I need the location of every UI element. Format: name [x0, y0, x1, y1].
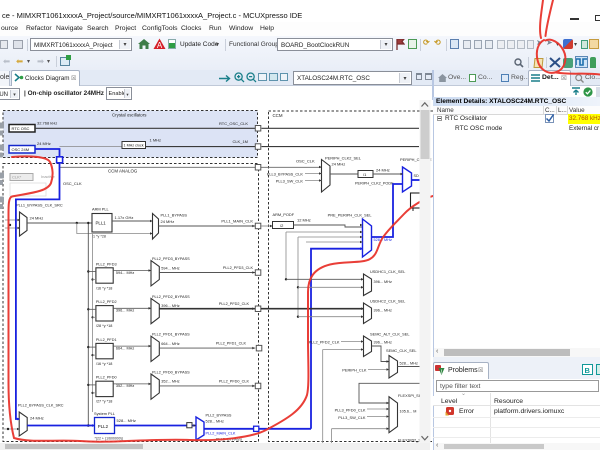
svg-text:CLK*: CLK*: [12, 175, 22, 180]
svg-text:*(22 + (1/600000)): *(22 + (1/600000)): [95, 437, 124, 441]
svg-text:CCM ANALOG: CCM ANALOG: [108, 169, 138, 174]
svg-text:OSC 24M: OSC 24M: [12, 147, 30, 152]
svg-text:PLL2_PFD3: PLL2_PFD3: [96, 262, 117, 266]
svg-text:24 MHz: 24 MHz: [376, 168, 390, 173]
svg-text:PLL2_PFD2_BYPASS: PLL2_PFD2_BYPASS: [152, 295, 190, 299]
svg-text:352... MHz: 352... MHz: [116, 384, 134, 388]
svg-text:ARM PLL: ARM PLL: [92, 207, 109, 212]
svg-text:PLL2_PFD0_BYPASS: PLL2_PFD0_BYPASS: [152, 370, 190, 374]
svg-text:/27 *y *18: /27 *y *18: [96, 400, 112, 404]
svg-text:396... MHz: 396... MHz: [374, 341, 392, 345]
svg-text:594... MHz: 594... MHz: [161, 266, 179, 270]
svg-text:24 MHz: 24 MHz: [332, 162, 346, 167]
svg-text:PLL1_MAIN_CLK: PLL1_MAIN_CLK: [221, 219, 253, 224]
svg-text:24 MHz: 24 MHz: [161, 219, 175, 224]
svg-text:PLL1_BYPASS_CLK_SRC: PLL1_BYPASS_CLK_SRC: [16, 203, 63, 208]
svg-text:PERIPH_CLK: PERIPH_CLK: [342, 368, 367, 373]
svg-text:SEMC_CLK_SEL: SEMC_CLK_SEL: [386, 348, 417, 353]
svg-text:396... MHz: 396... MHz: [374, 280, 392, 284]
svg-text:528... MHz: 528... MHz: [400, 362, 418, 366]
svg-text:24 MHz: 24 MHz: [30, 216, 44, 221]
svg-text:ARM_PODF: ARM_PODF: [273, 212, 295, 217]
svg-text:A: A: [157, 41, 163, 50]
svg-text:PLL2_PFD2_CLK: PLL2_PFD2_CLK: [219, 302, 250, 306]
svg-text:32.768 kHz: 32.768 kHz: [37, 121, 57, 126]
svg-text:Crystal oscillators: Crystal oscillators: [112, 113, 147, 118]
svg-text:PLL2_MAIN_CLK: PLL2_MAIN_CLK: [206, 431, 236, 435]
svg-text:396... MHz: 396... MHz: [374, 309, 392, 313]
svg-text:PLL2_PFD1_BYPASS: PLL2_PFD1_BYPASS: [152, 333, 190, 337]
svg-text:FLEXSPI_SE: FLEXSPI_SE: [398, 393, 422, 398]
svg-text:PLL3_BYPASS_CLK: PLL3_BYPASS_CLK: [267, 172, 304, 177]
svg-text:/16 *y *18: /16 *y *18: [96, 362, 112, 366]
svg-text:PRE_PERIPH_CLK_SEL: PRE_PERIPH_CLK_SEL: [328, 213, 373, 218]
svg-text:/28 *y *18: /28 *y *18: [96, 324, 112, 328]
svg-text:CLK_1M: CLK_1M: [232, 139, 248, 144]
svg-text:105.6... M: 105.6... M: [400, 410, 417, 414]
svg-text:24 MHz: 24 MHz: [30, 416, 44, 421]
svg-text:396... MHz: 396... MHz: [116, 309, 134, 313]
svg-text:PLL1: PLL1: [96, 221, 107, 226]
svg-text:PLL3_SW_CLK: PLL3_SW_CLK: [338, 415, 366, 420]
svg-text:RTC OSC: RTC OSC: [12, 126, 30, 131]
svg-text:396... MHz: 396... MHz: [161, 304, 179, 308]
svg-text:PLL2_BYPASS: PLL2_BYPASS: [206, 414, 232, 418]
svg-text:12 MHz: 12 MHz: [297, 218, 311, 223]
svg-text:/16 *y *18: /16 *y *18: [96, 286, 112, 290]
svg-text:528... MHz: 528... MHz: [117, 418, 136, 423]
svg-text:PLL2_PFD1: PLL2_PFD1: [96, 338, 117, 342]
svg-text:PLL2_PFD1_CLK: PLL2_PFD1_CLK: [216, 342, 247, 346]
svg-text:PLL2_PFD0: PLL2_PFD0: [96, 376, 117, 380]
svg-text:PLL2_PFD0_CLK: PLL2_PFD0_CLK: [219, 379, 250, 383]
svg-text:528... MHz: 528... MHz: [206, 420, 224, 424]
svg-text:RTC_OSC_CLK: RTC_OSC_CLK: [219, 121, 248, 126]
svg-text:1 MHz clock: 1 MHz clock: [124, 144, 144, 148]
svg-text:594... MHz: 594... MHz: [116, 271, 134, 275]
svg-text:System PLL: System PLL: [94, 411, 116, 416]
svg-text:USDHC1_CLK_SEL: USDHC1_CLK_SEL: [370, 269, 406, 274]
svg-text:PLL2_PFD3_CLK: PLL2_PFD3_CLK: [223, 266, 254, 270]
svg-text:SD: SD: [414, 174, 420, 178]
svg-text:PERIPH_CLK2_SEL: PERIPH_CLK2_SEL: [325, 156, 362, 161]
svg-text:352... MHz: 352... MHz: [161, 380, 179, 384]
svg-text:PLL1_BYPASS: PLL1_BYPASS: [161, 213, 188, 218]
svg-text:PLL2: PLL2: [98, 424, 109, 429]
svg-text:664... MHz: 664... MHz: [161, 342, 179, 346]
svg-text:PLL2_PFD3_BYPASS: PLL2_PFD3_BYPASS: [152, 257, 190, 261]
svg-text:1.17x GHz: 1.17x GHz: [115, 215, 134, 220]
svg-text:PLL3_PFD0_CLK: PLL3_PFD0_CLK: [335, 408, 366, 413]
svg-text:1 MHz: 1 MHz: [150, 138, 162, 143]
svg-text:PERIPH_CLK2_PODF: PERIPH_CLK2_PODF: [355, 182, 394, 186]
svg-text:FLEXSPI2_S: FLEXSPI2_S: [398, 438, 421, 443]
svg-text:PLL2_BYPASS_CLK_SRC: PLL2_BYPASS_CLK_SRC: [18, 403, 64, 407]
svg-text:24 MHz: 24 MHz: [37, 141, 51, 146]
svg-text:CCM: CCM: [273, 113, 283, 118]
svg-text:USDHC2_CLK_SEL: USDHC2_CLK_SEL: [370, 299, 406, 304]
svg-text:/1 *y *28: /1 *y *28: [92, 235, 106, 239]
svg-text:OSC_CLK: OSC_CLK: [63, 181, 82, 186]
svg-text:664... MHz: 664... MHz: [116, 346, 134, 350]
svg-text:PLL2_PFD2: PLL2_PFD2: [96, 300, 117, 304]
svg-text:PLL2_PFD2_CLK: PLL2_PFD2_CLK: [309, 340, 340, 345]
svg-text:PLL3_SW_CLK: PLL3_SW_CLK: [276, 179, 304, 184]
svg-text:SEMC_ALT_CLK_SEL: SEMC_ALT_CLK_SEL: [370, 332, 410, 337]
svg-text:OSC_CLK: OSC_CLK: [296, 159, 315, 164]
